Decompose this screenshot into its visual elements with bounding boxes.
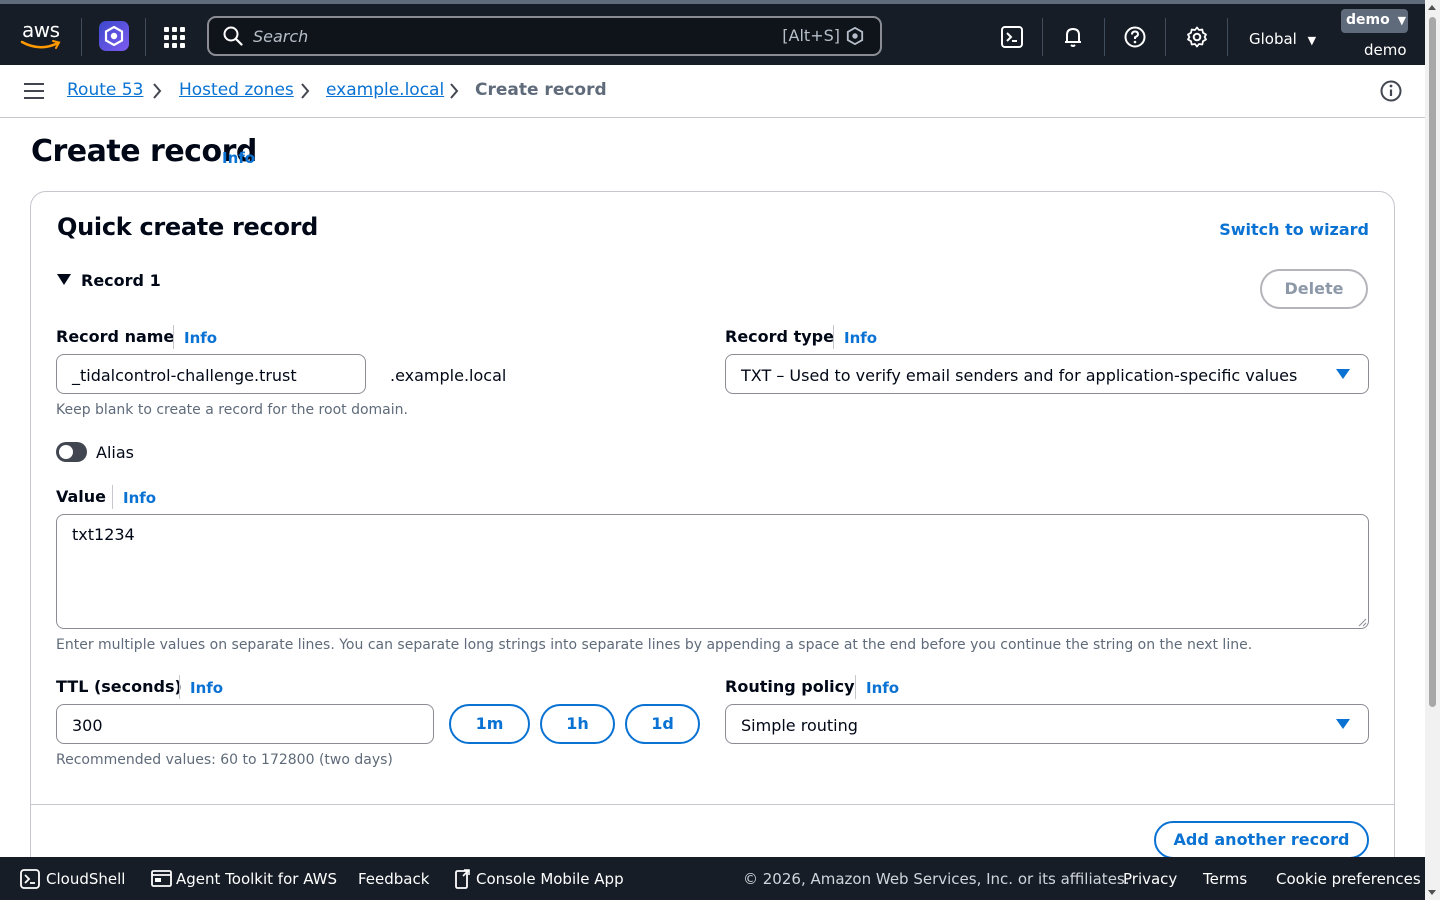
- chevron-right-icon: [301, 83, 310, 99]
- cloudshell-icon[interactable]: [1001, 26, 1023, 48]
- settings-icon[interactable]: [1186, 26, 1208, 48]
- caret-down-icon: [1336, 719, 1350, 729]
- label-divider: [173, 325, 174, 349]
- card-title: Quick create record: [57, 213, 319, 241]
- alias-toggle[interactable]: [56, 442, 87, 462]
- footer: CloudShell Agent Toolkit for AWS Feedbac…: [0, 857, 1425, 900]
- chevron-right-icon: [153, 83, 162, 99]
- caret-down-icon: ▼: [1307, 34, 1317, 47]
- footer-privacy-link[interactable]: Privacy: [1123, 870, 1177, 888]
- ttl-preset-1d-button[interactable]: 1d: [625, 704, 700, 744]
- routing-policy-select[interactable]: Simple routing: [725, 704, 1369, 744]
- record-type-info-link[interactable]: Info: [844, 329, 877, 347]
- value-label: Value: [56, 487, 107, 506]
- search-shortcut: [Alt+S]: [782, 26, 840, 45]
- scroll-down-icon[interactable]: [1428, 890, 1436, 895]
- routing-policy-label: Routing policy: [725, 677, 855, 696]
- alias-label: Alias: [96, 443, 134, 462]
- top-navigation: aws Search [Alt+S] Global ▼ demo ▼ demo: [0, 0, 1425, 65]
- search-placeholder: Search: [253, 27, 309, 46]
- footer-copyright: © 2026, Amazon Web Services, Inc. or its…: [743, 870, 1130, 888]
- record-section-toggle[interactable]: Record 1: [57, 271, 161, 290]
- breadcrumb-bar: Route 53 Hosted zones example.local Crea…: [0, 65, 1425, 118]
- label-divider: [179, 675, 180, 699]
- footer-agent-toolkit-link[interactable]: Agent Toolkit for AWS: [176, 870, 337, 888]
- breadcrumb-example-local[interactable]: example.local: [326, 80, 444, 100]
- label-divider: [833, 325, 834, 349]
- nav-divider: [1042, 18, 1043, 56]
- routing-policy-value: Simple routing: [741, 716, 858, 735]
- scrollbar-thumb[interactable]: [1429, 17, 1436, 707]
- account-menu-button[interactable]: demo ▼: [1341, 9, 1408, 33]
- scroll-up-icon[interactable]: [1428, 5, 1436, 10]
- account-menu-label: demo: [1346, 12, 1390, 28]
- ttl-preset-1h-button[interactable]: 1h: [540, 704, 615, 744]
- page-scrollbar[interactable]: [1425, 0, 1440, 900]
- region-selector[interactable]: Global ▼: [1249, 30, 1316, 48]
- quick-create-card: Quick create record Switch to wizard Rec…: [30, 191, 1395, 891]
- cloudshell-icon: [20, 869, 40, 889]
- help-icon[interactable]: [1124, 26, 1146, 48]
- nav-divider: [1104, 18, 1105, 56]
- services-grid-icon[interactable]: [164, 27, 186, 49]
- record-name-hint: Keep blank to create a record for the ro…: [56, 402, 408, 418]
- footer-cookie-preferences-link[interactable]: Cookie preferences: [1276, 870, 1421, 888]
- aws-smile-icon: [20, 40, 61, 49]
- nav-divider: [1165, 18, 1166, 56]
- record-type-value: TXT – Used to verify email senders and f…: [741, 366, 1298, 385]
- record-name-label: Record name: [56, 327, 175, 346]
- bell-icon[interactable]: [1062, 26, 1084, 48]
- nav-divider: [1227, 18, 1228, 56]
- region-label: Global: [1249, 30, 1297, 48]
- ttl-info-link[interactable]: Info: [190, 679, 223, 697]
- app-icon[interactable]: [99, 21, 129, 51]
- search-icon: [223, 26, 243, 46]
- hexagon-shortcut-icon: [846, 27, 864, 45]
- breadcrumb-route53[interactable]: Route 53: [67, 80, 143, 100]
- breadcrumb-hosted-zones[interactable]: Hosted zones: [179, 80, 294, 100]
- chevron-right-icon: [450, 83, 459, 99]
- record-name-info-link[interactable]: Info: [184, 329, 217, 347]
- label-divider: [855, 675, 856, 699]
- account-name: demo: [1364, 41, 1407, 59]
- add-another-record-button[interactable]: Add another record: [1154, 821, 1369, 859]
- value-info-link[interactable]: Info: [123, 489, 156, 507]
- caret-down-icon: ▼: [1397, 14, 1407, 27]
- label-divider: [112, 485, 113, 509]
- resize-handle-icon[interactable]: [1358, 618, 1367, 627]
- value-textarea[interactable]: txt1234: [56, 514, 1369, 629]
- aws-logo[interactable]: aws: [18, 18, 64, 52]
- nav-divider: [145, 18, 146, 56]
- record-section-label: Record 1: [81, 271, 161, 290]
- delete-button[interactable]: Delete: [1260, 269, 1368, 309]
- breadcrumb-current: Create record: [475, 80, 607, 100]
- footer-mobile-app-link[interactable]: Console Mobile App: [476, 870, 624, 888]
- domain-suffix: .example.local: [390, 366, 507, 385]
- info-panel-icon[interactable]: [1380, 80, 1402, 102]
- record-type-label: Record type: [725, 327, 834, 346]
- ttl-input[interactable]: 300: [56, 704, 434, 744]
- mobile-app-icon: [455, 869, 470, 889]
- hexagon-logo-icon: [104, 26, 124, 46]
- switch-to-wizard-link[interactable]: Switch to wizard: [1219, 220, 1369, 239]
- footer-terms-link[interactable]: Terms: [1203, 870, 1247, 888]
- ttl-hint: Recommended values: 60 to 172800 (two da…: [56, 752, 393, 768]
- aws-logo-text: aws: [22, 18, 60, 42]
- caret-down-icon: [57, 274, 71, 285]
- caret-down-icon: [1336, 369, 1350, 379]
- value-hint: Enter multiple values on separate lines.…: [56, 637, 1253, 653]
- footer-cloudshell-link[interactable]: CloudShell: [46, 870, 125, 888]
- routing-policy-info-link[interactable]: Info: [866, 679, 899, 697]
- record-type-select[interactable]: TXT – Used to verify email senders and f…: [725, 354, 1369, 394]
- search-bar[interactable]: Search [Alt+S]: [207, 16, 882, 56]
- page-info-link[interactable]: Info: [222, 149, 255, 167]
- ttl-preset-1m-button[interactable]: 1m: [449, 704, 530, 744]
- footer-feedback-link[interactable]: Feedback: [358, 870, 429, 888]
- card-divider: [31, 804, 1394, 805]
- record-name-input[interactable]: _tidalcontrol-challenge.trust: [56, 354, 366, 394]
- ttl-label: TTL (seconds): [56, 677, 182, 696]
- menu-icon[interactable]: [24, 83, 44, 99]
- nav-divider: [81, 18, 82, 56]
- toolkit-icon: [151, 870, 172, 887]
